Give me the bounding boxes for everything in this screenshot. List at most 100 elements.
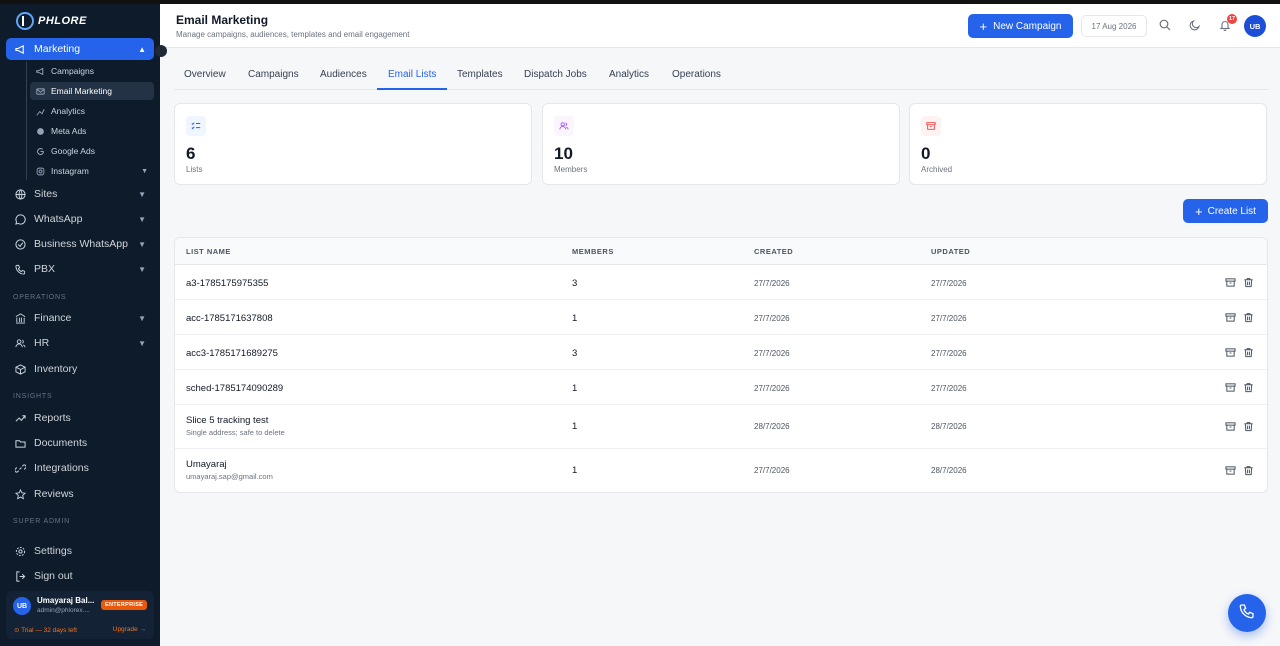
sidebar-item-whatsapp[interactable]: WhatsApp ▼ xyxy=(6,208,154,230)
call-fab-button[interactable] xyxy=(1228,594,1266,632)
sidebar-item-reviews[interactable]: Reviews xyxy=(6,483,154,505)
mail-icon xyxy=(36,87,45,96)
tab-dispatch-jobs[interactable]: Dispatch Jobs xyxy=(524,64,587,90)
section-label-operations: OPERATIONS xyxy=(13,294,67,301)
sidebar-item-label: Marketing xyxy=(34,43,81,55)
trash-icon[interactable] xyxy=(1242,381,1254,393)
moon-icon[interactable] xyxy=(1188,18,1202,32)
updated-date: 27/7/2026 xyxy=(931,314,967,323)
tab-audiences[interactable]: Audiences xyxy=(320,64,367,90)
sidebar-subitem-analytics[interactable]: Analytics xyxy=(30,102,154,120)
member-count: 1 xyxy=(572,465,578,476)
upgrade-link[interactable]: Upgrade → xyxy=(113,626,146,633)
users-icon xyxy=(554,116,574,136)
list-name[interactable]: a3-1785175975355 xyxy=(186,278,268,289)
archive-icon[interactable] xyxy=(1224,464,1236,476)
trash-icon[interactable] xyxy=(1242,464,1254,476)
sidebar-collapse-button[interactable] xyxy=(155,45,167,57)
list-name[interactable]: Umayaraj xyxy=(186,459,227,470)
user-card[interactable]: UB Umayaraj Bal... admin@phlorex.... ENT… xyxy=(6,591,154,639)
list-name[interactable]: acc-1785171637808 xyxy=(186,313,273,324)
list-name[interactable]: sched-1785174090289 xyxy=(186,383,283,394)
tab-templates[interactable]: Templates xyxy=(457,64,503,90)
chevron-down-icon: ▼ xyxy=(138,214,146,224)
create-list-label: Create List xyxy=(1207,205,1256,217)
sidebar-subitem-meta-ads[interactable]: Meta Ads xyxy=(30,122,154,140)
sidebar-item-inventory[interactable]: Inventory xyxy=(6,358,154,380)
stat-label: Lists xyxy=(186,165,203,174)
search-icon[interactable] xyxy=(1158,18,1172,32)
list-description: Single address; safe to delete xyxy=(186,428,285,437)
table-row[interactable]: Slice 5 tracking test Single address; sa… xyxy=(175,405,1267,449)
plus-icon: + xyxy=(979,18,988,34)
new-campaign-button[interactable]: + New Campaign xyxy=(968,14,1073,38)
table-row[interactable]: acc-1785171637808 1 27/7/2026 27/7/2026 xyxy=(175,300,1267,335)
trash-icon[interactable] xyxy=(1242,311,1254,323)
sidebar-item-business-whatsapp[interactable]: Business WhatsApp ▼ xyxy=(6,233,154,255)
list-name[interactable]: acc3-1785171689275 xyxy=(186,348,278,359)
sidebar-item-documents[interactable]: Documents xyxy=(6,432,154,454)
column-header-list-name[interactable]: LIST NAME xyxy=(186,247,231,256)
stat-card-lists: 6 Lists xyxy=(174,103,532,185)
sidebar-item-hr[interactable]: HR ▼ xyxy=(6,332,154,354)
updated-date: 28/7/2026 xyxy=(931,422,967,431)
column-header-updated[interactable]: UPDATED xyxy=(931,247,970,256)
archive-icon[interactable] xyxy=(1224,346,1236,358)
tab-bar: Overview Campaigns Audiences Email Lists… xyxy=(174,64,1268,90)
bank-icon xyxy=(14,312,26,324)
member-count: 3 xyxy=(572,348,578,359)
column-header-members[interactable]: MEMBERS xyxy=(572,247,614,256)
trial-status: ⊙ Trial — 32 days left xyxy=(14,627,77,634)
sidebar-item-label: Reviews xyxy=(34,488,74,500)
sidebar-subitem-email-marketing[interactable]: Email Marketing xyxy=(30,82,154,100)
trash-icon[interactable] xyxy=(1242,276,1254,288)
tab-email-lists[interactable]: Email Lists xyxy=(377,64,448,90)
sidebar-item-pbx[interactable]: PBX ▼ xyxy=(6,258,154,280)
updated-date: 27/7/2026 xyxy=(931,279,967,288)
list-name[interactable]: Slice 5 tracking test xyxy=(186,415,268,426)
sidebar-subitem-label: Meta Ads xyxy=(51,126,87,136)
sidebar-item-sites[interactable]: Sites ▼ xyxy=(6,183,154,205)
tab-operations[interactable]: Operations xyxy=(672,64,721,90)
sidebar-item-label: Sites xyxy=(34,188,58,200)
sidebar-item-integrations[interactable]: Integrations xyxy=(6,457,154,479)
archive-icon[interactable] xyxy=(1224,276,1236,288)
archive-icon[interactable] xyxy=(1224,420,1236,432)
sidebar-item-label: Inventory xyxy=(34,363,78,375)
create-list-button[interactable]: + Create List xyxy=(1183,199,1268,223)
table-row[interactable]: Umayaraj umayaraj.sap@gmail.com 1 27/7/2… xyxy=(175,449,1267,492)
tab-overview[interactable]: Overview xyxy=(184,64,226,90)
chevron-down-icon: ▼ xyxy=(138,338,146,348)
trash-icon[interactable] xyxy=(1242,420,1254,432)
chevron-up-icon: ▲ xyxy=(138,44,146,54)
sidebar-subitem-campaigns[interactable]: Campaigns xyxy=(30,62,154,80)
sidebar-subitem-google-ads[interactable]: Google Ads xyxy=(30,142,154,160)
stat-label: Archived xyxy=(921,165,953,174)
megaphone-icon xyxy=(14,43,26,55)
logout-icon xyxy=(14,570,26,582)
google-icon xyxy=(36,147,45,156)
archive-icon[interactable] xyxy=(1224,311,1236,323)
sidebar-item-settings[interactable]: Settings xyxy=(6,540,154,562)
sidebar-item-finance[interactable]: Finance ▼ xyxy=(6,307,154,329)
stat-card-archived: 0 Archived xyxy=(909,103,1267,185)
table-row[interactable]: a3-1785175975355 3 27/7/2026 27/7/2026 xyxy=(175,265,1267,300)
user-avatar[interactable]: UB xyxy=(1244,15,1266,37)
logo[interactable]: PHLORE xyxy=(16,12,87,30)
updated-date: 27/7/2026 xyxy=(931,349,967,358)
window-top-strip xyxy=(0,0,1280,4)
tab-campaigns[interactable]: Campaigns xyxy=(248,64,299,90)
table-row[interactable]: sched-1785174090289 1 27/7/2026 27/7/202… xyxy=(175,370,1267,405)
users-icon xyxy=(14,337,26,349)
sidebar-subitem-instagram[interactable]: Instagram ▼ xyxy=(30,162,154,180)
sidebar-item-sign-out[interactable]: Sign out xyxy=(6,565,154,587)
section-label-insights: INSIGHTS xyxy=(13,393,53,400)
tab-analytics[interactable]: Analytics xyxy=(609,64,649,90)
email-lists-table: LIST NAME MEMBERS CREATED UPDATED a3-178… xyxy=(174,237,1268,493)
archive-icon[interactable] xyxy=(1224,381,1236,393)
column-header-created[interactable]: CREATED xyxy=(754,247,793,256)
table-row[interactable]: acc3-1785171689275 3 27/7/2026 27/7/2026 xyxy=(175,335,1267,370)
trash-icon[interactable] xyxy=(1242,346,1254,358)
sidebar-item-marketing[interactable]: Marketing ▲ xyxy=(6,38,154,60)
sidebar-item-reports[interactable]: Reports xyxy=(6,407,154,429)
